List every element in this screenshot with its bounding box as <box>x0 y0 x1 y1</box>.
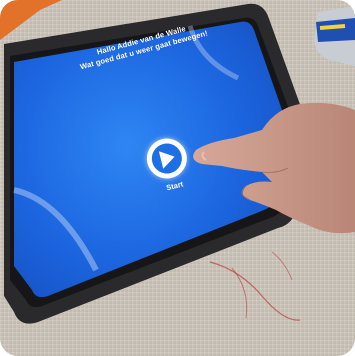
photo-frame: Hallo Addie van de Walle Wat goed dat u … <box>0 0 355 356</box>
